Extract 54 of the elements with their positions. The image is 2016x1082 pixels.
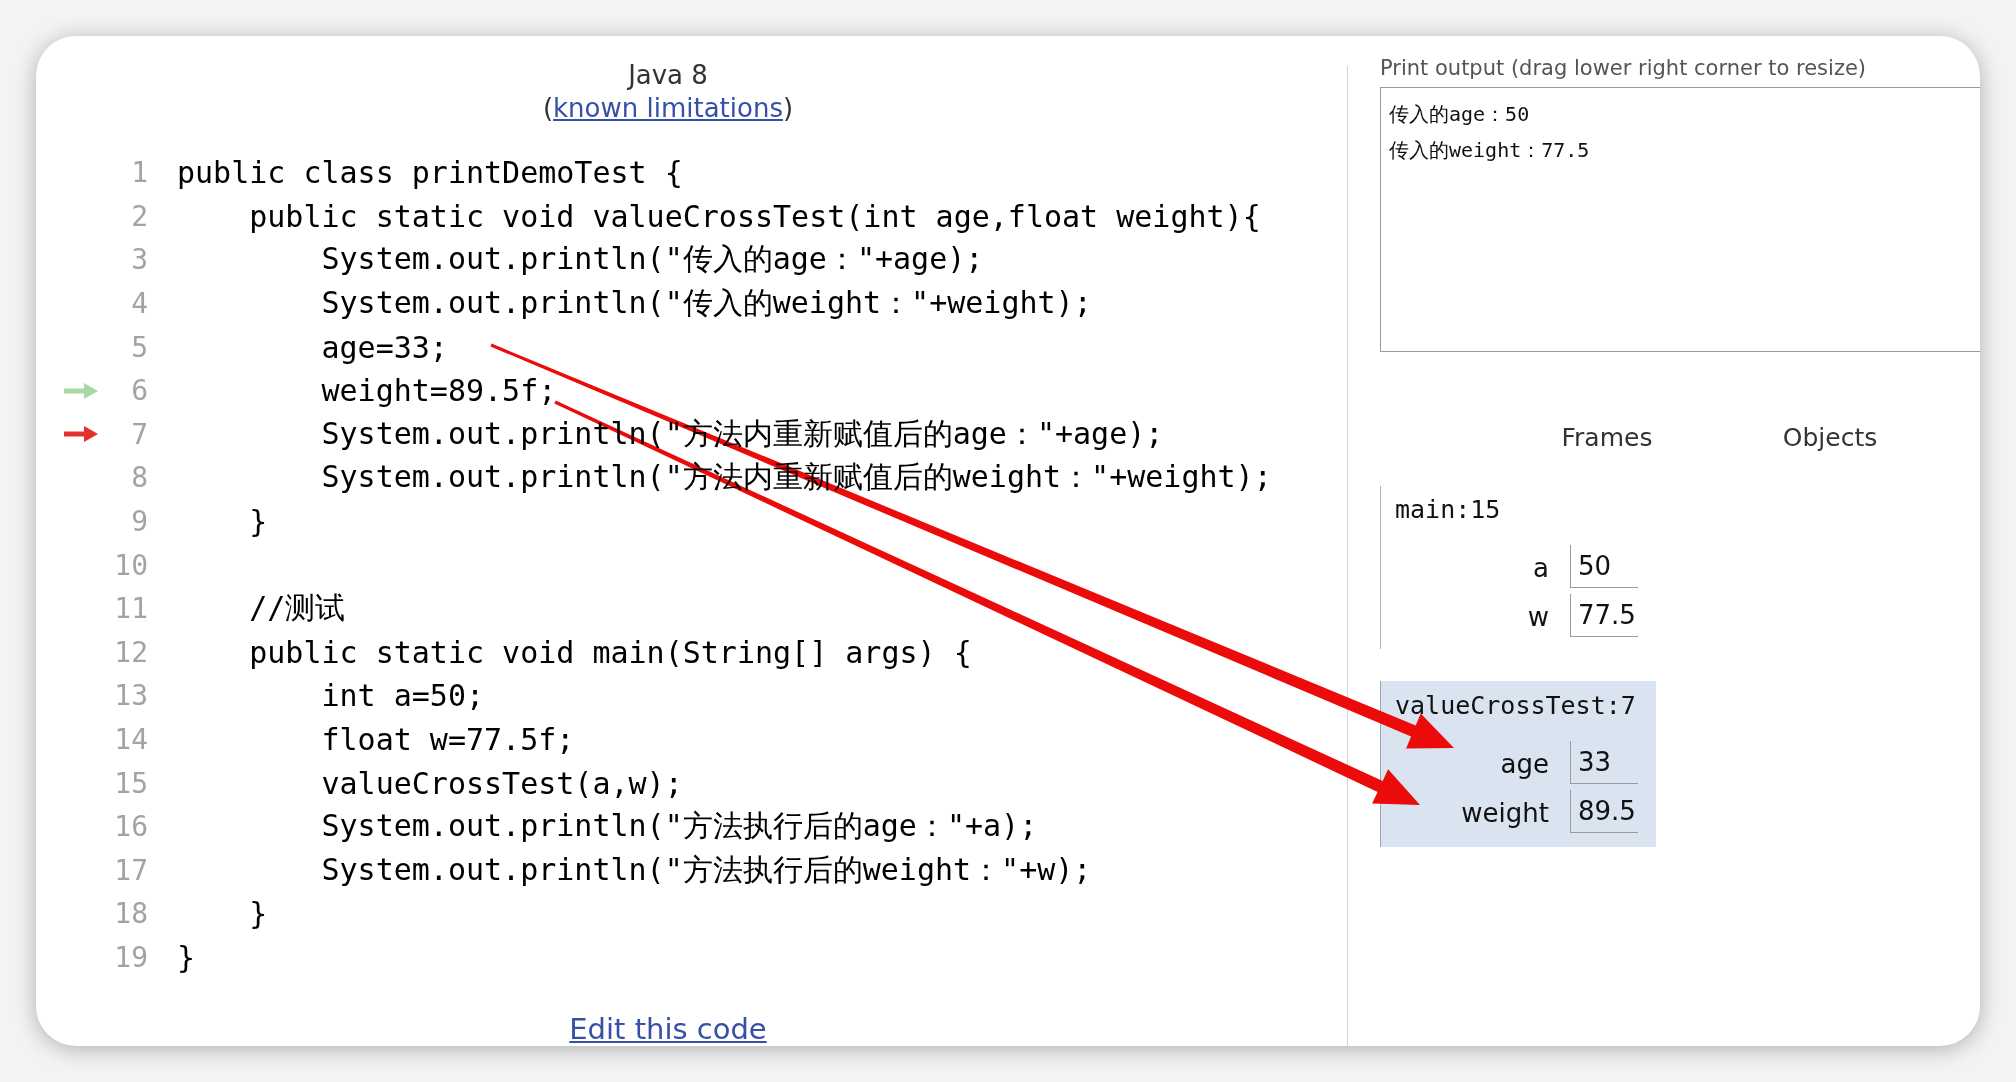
code-line: } [249,504,268,540]
edit-code-link[interactable]: Edit this code [569,1012,767,1046]
variable-name: weight [1461,797,1549,829]
line-number: 10 [113,548,148,582]
line-number: 2 [130,199,148,233]
line-number: 9 [130,505,148,539]
line-number: 1 [130,156,148,190]
line-number: 5 [130,330,148,364]
print-output-label: Print output (drag lower right corner to resize) [1380,55,1866,81]
output-line: 传入的age：50 [1389,101,1530,128]
variable-value: 89.5 [1570,790,1638,833]
line-number: 16 [113,810,148,844]
line-number: 4 [130,287,148,321]
line-number: 11 [113,592,148,626]
variable-name: w [1527,601,1549,633]
line-number: 12 [113,635,148,669]
code-line: public static void main(String[] args) { [249,634,972,670]
variable-value: 33 [1570,741,1638,784]
code-line: public static void valueCrossTest(int age,float weight){ [249,198,1261,234]
line-number: 13 [113,679,148,713]
line-number: 7 [130,417,148,451]
code-line: //测试 [249,589,346,628]
line-number: 14 [113,723,148,756]
line-number: 17 [113,853,148,887]
frame-title: valueCrossTest:7 [1395,692,1636,720]
code-line: System.out.println("方法执行后的weight："+w); [321,850,1092,889]
language-title: Java 8 [628,59,708,92]
output-line: 传入的weight：77.5 [1389,137,1590,164]
line-number: 6 [130,374,148,408]
line-number: 18 [113,897,148,931]
code-line: int a=50; [321,678,485,714]
frame-title: main:15 [1395,496,1501,524]
line-number: 15 [113,766,148,800]
variable-value: 77.5 [1570,594,1638,637]
code-line: age=33; [321,329,448,365]
variable-value: 50 [1570,545,1638,588]
code-line: System.out.println("传入的age："+age); [321,240,984,279]
line-number: 8 [130,461,148,495]
code-line: } [177,940,196,975]
line-number: 3 [130,243,148,277]
code-line: public class printDemoTest { [177,155,683,191]
code-line: float w=77.5f; [321,722,575,757]
code-line: System.out.println("传入的weight："+weight); [321,284,1092,323]
variable-name: a [1533,552,1549,584]
line-number: 19 [113,941,148,974]
limitations-note: (known limitations) [542,92,794,125]
variable-name: age [1500,748,1549,780]
column-heading: Frames [1561,423,1653,453]
code-line: weight=89.5f; [321,373,557,409]
code-line: } [249,896,268,932]
column-heading: Objects [1782,423,1878,453]
code-line: valueCrossTest(a,w); [321,765,683,801]
known-limitations-link[interactable]: known limitations [553,93,783,123]
code-line: System.out.println("方法执行后的age："+a); [321,807,1038,846]
